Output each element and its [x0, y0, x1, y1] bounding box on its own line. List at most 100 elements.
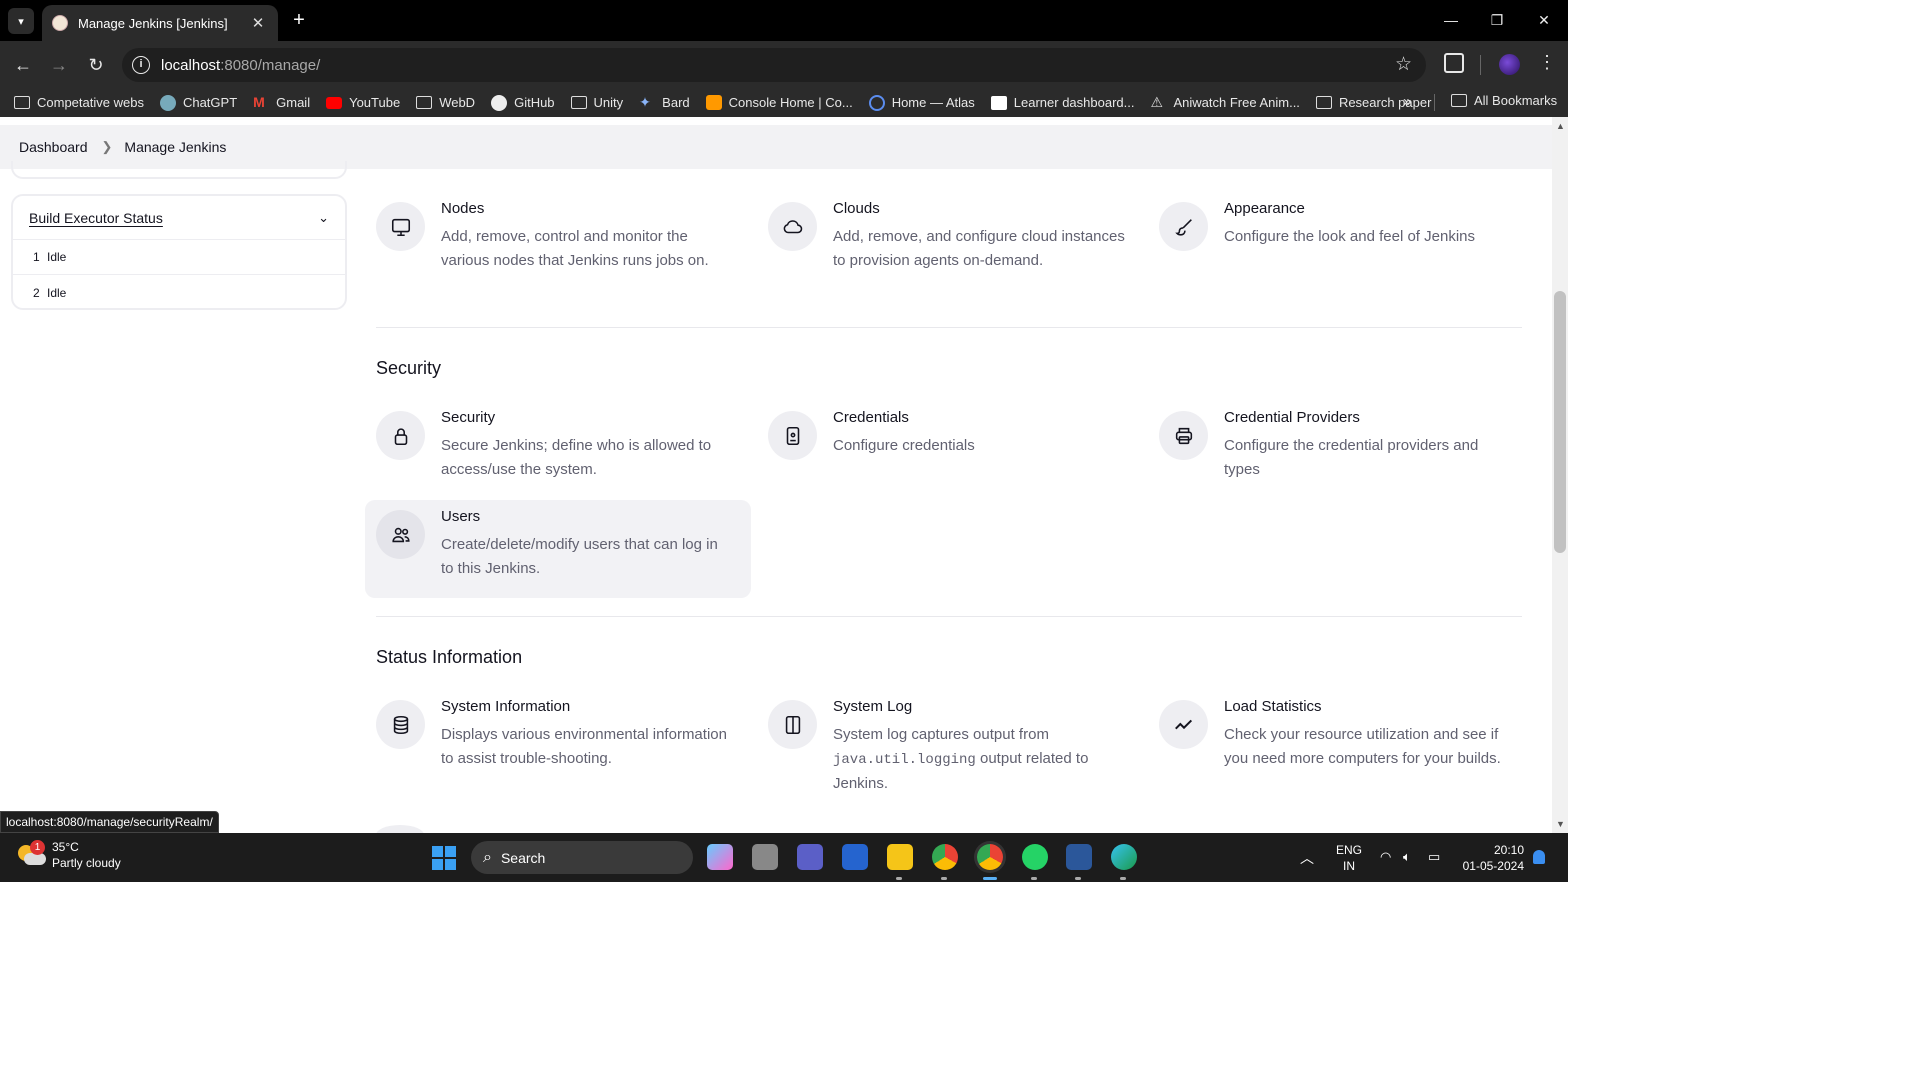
edge-icon[interactable]: [1111, 844, 1137, 870]
extensions-icon[interactable]: [1444, 53, 1464, 73]
bookmark-item[interactable]: ✦ Bard: [639, 95, 689, 110]
manage-item-credentials[interactable]: Credentials Configure credentials: [757, 401, 1143, 499]
manage-item-users[interactable]: Users Create/delete/modify users that ca…: [365, 500, 751, 598]
whatsapp-icon[interactable]: [1022, 844, 1048, 870]
executor-title[interactable]: Build Executor Status: [29, 210, 318, 226]
forward-button[interactable]: →: [46, 52, 72, 78]
site-info-icon[interactable]: i: [132, 56, 150, 74]
back-button[interactable]: ←: [10, 52, 36, 78]
taskbar: 1 35°C Partly cloudy ⌕ Search ︿ ENG IN ◠…: [0, 833, 1568, 882]
manage-item-description: Check your resource utilization and see …: [1224, 726, 1501, 767]
manage-item-nodes[interactable]: Nodes Add, remove, control and monitor t…: [365, 192, 751, 290]
bookmark-item[interactable]: YouTube: [326, 95, 400, 110]
manage-item-title: Users: [441, 508, 481, 525]
more-bookmarks-icon[interactable]: »: [1403, 93, 1411, 110]
manage-item-load-statistics[interactable]: Load Statistics Check your resource util…: [1148, 690, 1534, 788]
section-divider: [376, 327, 1522, 328]
bookmark-item[interactable]: Home — Atlas: [868, 94, 975, 111]
task-view-icon[interactable]: [752, 844, 778, 870]
bookmark-item[interactable]: Learner dashboard...: [990, 95, 1134, 110]
scrollbar-thumb[interactable]: [1554, 291, 1566, 553]
minimize-button[interactable]: —: [1436, 8, 1466, 32]
bookmark-item[interactable]: M Gmail: [253, 95, 310, 110]
new-tab-button[interactable]: +: [288, 9, 310, 31]
manage-item-credential-providers[interactable]: Credential Providers Configure the crede…: [1148, 401, 1534, 499]
chrome-profile-icon[interactable]: [977, 844, 1003, 870]
language-indicator[interactable]: ENG IN: [1336, 842, 1362, 874]
active-indicator: [983, 877, 997, 880]
folder-icon: [1451, 94, 1467, 107]
weather-widget[interactable]: 1 35°C Partly cloudy: [18, 839, 121, 871]
executor-header[interactable]: Build Executor Status ⌄: [13, 196, 345, 240]
bookmark-item[interactable]: Research paper: [1315, 95, 1431, 110]
gmail-icon: M: [253, 94, 265, 110]
page-scrollbar[interactable]: ▲ ▼: [1552, 117, 1568, 833]
outlook-icon[interactable]: [842, 844, 868, 870]
folder-icon: [416, 96, 433, 109]
breadcrumb-manage-jenkins[interactable]: Manage Jenkins: [124, 139, 226, 155]
scroll-up-icon[interactable]: ▲: [1556, 121, 1565, 131]
notification-bell-icon[interactable]: [1533, 850, 1545, 864]
address-bar[interactable]: i localhost:8080/manage/ ☆: [122, 48, 1426, 82]
tab-search-button[interactable]: ▾: [8, 8, 34, 34]
close-window-button[interactable]: ✕: [1529, 8, 1559, 32]
active-tab[interactable]: Manage Jenkins [Jenkins] ✕: [42, 5, 278, 41]
copilot-icon[interactable]: [707, 844, 733, 870]
bookmark-item[interactable]: Console Home | Co...: [705, 95, 853, 110]
battery-icon[interactable]: ▭: [1428, 849, 1440, 865]
word-icon[interactable]: [1066, 844, 1092, 870]
chrome-icon[interactable]: [932, 844, 958, 870]
bookmark-item[interactable]: WebD: [416, 95, 475, 110]
bookmark-item[interactable]: Competative webs: [14, 95, 144, 110]
running-indicator: [1120, 877, 1126, 880]
executor-status: Idle: [47, 250, 67, 264]
taskbar-search[interactable]: ⌕ Search: [471, 841, 693, 874]
manage-item-description: Configure the credential providers and t…: [1224, 437, 1479, 478]
build-queue-card: [11, 161, 347, 179]
browser-menu-icon[interactable]: ⋮: [1538, 52, 1556, 73]
volume-icon[interactable]: 🔈︎: [1403, 849, 1411, 865]
log-icon: [768, 700, 817, 749]
manage-item-clouds[interactable]: Clouds Add, remove, and configure cloud …: [757, 192, 1143, 290]
bookmark-item[interactable]: GitHub: [491, 94, 555, 111]
tray-chevron-up-icon[interactable]: ︿: [1300, 848, 1314, 868]
file-explorer-icon[interactable]: [887, 844, 913, 870]
monitor-icon: [376, 202, 425, 251]
bard-icon: ✦: [639, 94, 651, 110]
weather-badge: 1: [30, 840, 45, 855]
profile-avatar[interactable]: [1499, 54, 1520, 75]
manage-item-system-log[interactable]: System Log System log captures output fr…: [757, 690, 1143, 792]
chevron-down-icon[interactable]: ⌄: [318, 210, 329, 226]
manage-item-description: Displays various environmental informati…: [441, 726, 727, 767]
reload-button[interactable]: ↻: [83, 52, 109, 78]
all-bookmarks-button[interactable]: All Bookmarks: [1451, 93, 1557, 108]
search-icon: ⌕: [483, 848, 492, 866]
teams-icon[interactable]: [797, 844, 823, 870]
running-indicator: [941, 877, 947, 880]
wifi-icon[interactable]: ◠: [1380, 849, 1391, 865]
manage-item-security[interactable]: Security Secure Jenkins; define who is a…: [365, 401, 751, 499]
section-heading-security: Security: [376, 358, 442, 378]
manage-item-description: Create/delete/modify users that can log …: [441, 536, 718, 577]
bookmark-item[interactable]: ⚠ Aniwatch Free Anim...: [1150, 95, 1299, 110]
manage-item-appearance[interactable]: Appearance Configure the look and feel o…: [1148, 192, 1534, 290]
manage-item-system-information[interactable]: System Information Displays various envi…: [365, 690, 751, 788]
restore-button[interactable]: ❐: [1482, 8, 1512, 32]
breadcrumb-dashboard[interactable]: Dashboard: [19, 139, 88, 155]
bookmark-star-icon[interactable]: ☆: [1395, 53, 1412, 76]
folder-icon: [14, 96, 30, 109]
windows-start-icon[interactable]: [432, 846, 456, 870]
code-snippet: java.util.logging: [833, 752, 976, 768]
manage-item-description: Add, remove, control and monitor the var…: [441, 228, 709, 269]
system-clock[interactable]: 20:10 01-05-2024: [1458, 842, 1524, 874]
bookmark-item[interactable]: ChatGPT: [159, 94, 237, 111]
manage-item-title: Security: [441, 409, 496, 426]
url-text[interactable]: localhost:8080/manage/: [161, 57, 320, 74]
manage-item-title: System Log: [833, 698, 913, 715]
bookmark-item[interactable]: Unity: [570, 95, 623, 110]
manage-item-title: Credentials: [833, 409, 909, 426]
tab-close-icon[interactable]: ✕: [248, 14, 268, 32]
scroll-down-icon[interactable]: ▼: [1556, 819, 1565, 829]
section-divider: [376, 616, 1522, 617]
build-executor-card: Build Executor Status ⌄ 1 Idle 2 Idle: [11, 194, 347, 310]
